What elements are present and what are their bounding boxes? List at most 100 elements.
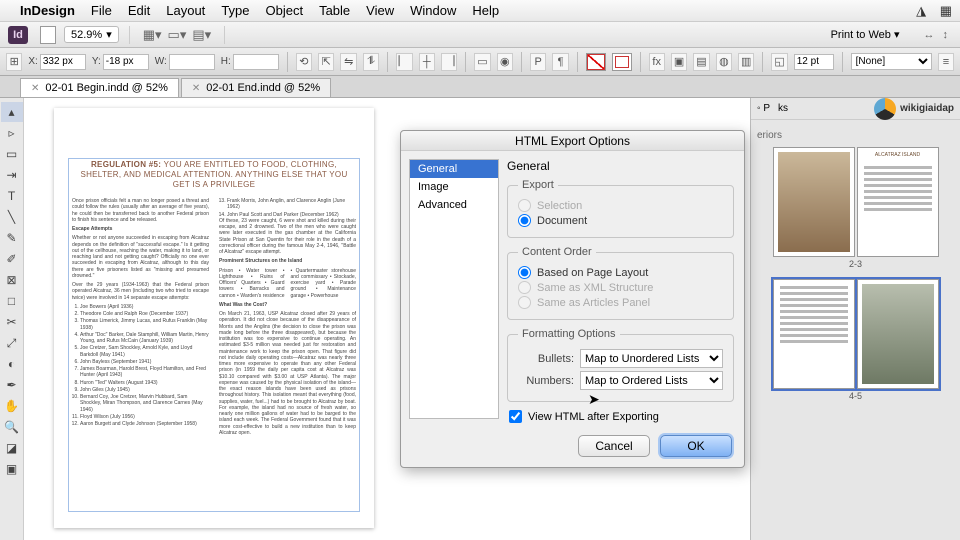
numbers-select[interactable]: Map to Ordered Lists	[580, 371, 723, 390]
menu-file[interactable]: File	[91, 3, 112, 18]
stroke-pt-field[interactable]	[794, 54, 834, 70]
tab-doc-begin[interactable]: ✕ 02-01 Begin.indd @ 52%	[20, 78, 179, 97]
x-field[interactable]	[40, 54, 86, 70]
menu-layout[interactable]: Layout	[166, 3, 205, 18]
tab-label: 02-01 Begin.indd @ 52%	[45, 82, 167, 94]
list-item: James Boarman, Harold Brest, Floyd Hamil…	[80, 366, 209, 379]
menu-window[interactable]: Window	[410, 3, 456, 18]
type-icon[interactable]: P	[530, 53, 546, 71]
bullets-select[interactable]: Map to Unordered Lists	[580, 349, 723, 368]
align-center-icon[interactable]: ┼	[419, 53, 435, 71]
pen-tool[interactable]: ✎	[1, 228, 23, 248]
corner-icon[interactable]: ◱	[771, 53, 787, 71]
reference-point-icon[interactable]: ⊞	[6, 53, 22, 71]
logo-icon	[874, 98, 896, 120]
bullets-label: Bullets:	[518, 353, 574, 365]
wrap-none-icon[interactable]: ▣	[671, 53, 687, 71]
page-thumb-4[interactable]	[773, 279, 855, 389]
content-select-icon[interactable]: ◉	[497, 53, 513, 71]
gradient-tool[interactable]: ◐	[1, 354, 23, 374]
pencil-tool[interactable]: ✐	[1, 249, 23, 269]
eyedropper-tool[interactable]: ✒	[1, 375, 23, 395]
tab-links[interactable]: ks	[778, 103, 788, 114]
shear-icon[interactable]: ⇱	[318, 53, 334, 71]
menu-table[interactable]: Table	[319, 3, 350, 18]
wrap-shape-icon[interactable]: ◍	[716, 53, 732, 71]
bridge-icon[interactable]	[40, 26, 56, 44]
transform-tool[interactable]: ⤢	[1, 333, 23, 353]
screen-mode-toggle[interactable]: ▣	[1, 459, 23, 479]
radio-page-layout[interactable]: Based on Page Layout	[518, 266, 723, 279]
rotate-icon[interactable]: ⟲	[296, 53, 312, 71]
view-options[interactable]: ▦▾▭▾▤▾	[140, 27, 214, 43]
page-tool[interactable]: ▭	[1, 144, 23, 164]
sidebar-item-general[interactable]: General	[410, 160, 498, 178]
object-style-select[interactable]: [None]	[851, 53, 932, 70]
flip-h-icon[interactable]: ⇋	[340, 53, 356, 71]
chevron-down-icon: ▾	[894, 29, 900, 41]
story-icon[interactable]: ¶	[552, 53, 568, 71]
sidebar-item-image[interactable]: Image	[410, 178, 498, 196]
spread-label-45: 4-5	[757, 391, 954, 401]
ok-button[interactable]: OK	[660, 435, 732, 457]
menu-help[interactable]: Help	[472, 3, 499, 18]
tab-pages[interactable]: ◦ P	[757, 103, 770, 114]
menu-edit[interactable]: Edit	[128, 3, 150, 18]
zoom-tool[interactable]: 🔍	[1, 417, 23, 437]
align-right-icon[interactable]: ⎹	[441, 53, 457, 71]
rectangle-tool[interactable]: □	[1, 291, 23, 311]
formatting-legend: Formatting Options	[518, 328, 620, 340]
page-thumb-5[interactable]	[857, 279, 939, 389]
list-item: Floyd Wilson (July 1956)	[80, 414, 209, 420]
effects-icon[interactable]: fx	[649, 53, 665, 71]
w-field[interactable]	[169, 54, 215, 70]
stroke-swatch[interactable]	[612, 53, 632, 71]
content-order-legend: Content Order	[518, 246, 596, 258]
y-field[interactable]	[103, 54, 149, 70]
close-icon[interactable]: ✕	[31, 83, 39, 94]
page-thumb-3[interactable]: ALCATRAZ ISLAND	[857, 147, 939, 257]
wrap-bound-icon[interactable]: ▤	[693, 53, 709, 71]
html-export-dialog: HTML Export Options General Image Advanc…	[400, 130, 745, 468]
panel-menu-icon[interactable]: ≡	[938, 53, 954, 71]
document-tabs: ✕ 02-01 Begin.indd @ 52% ✕ 02-01 End.ind…	[0, 76, 960, 98]
list-item: Bernard Coy, Joe Cretzer, Marvin Hubbard…	[80, 394, 209, 413]
page-spread: REGULATION #5: YOU ARE ENTITLED TO FOOD,…	[54, 108, 374, 528]
list-item: Joe Cretzer, Sam Shockley, Arnold Kyle, …	[80, 345, 209, 358]
page-thumb-2[interactable]	[773, 147, 855, 257]
export-group: Export Selection Document	[507, 179, 734, 238]
menu-type[interactable]: Type	[221, 3, 249, 18]
workspace-switcher[interactable]: Print to Web ▾	[831, 28, 900, 41]
container-select-icon[interactable]: ▭	[474, 53, 490, 71]
zoom-level-dropdown[interactable]: 52.9% ▾	[64, 26, 119, 43]
menu-view[interactable]: View	[366, 3, 394, 18]
grid-icon[interactable]: ▦	[940, 3, 952, 18]
align-left-icon[interactable]: ⎸	[396, 53, 412, 71]
sidebar-item-advanced[interactable]: Advanced	[410, 196, 498, 214]
rectangle-frame-tool[interactable]: ⊠	[1, 270, 23, 290]
line-tool[interactable]: ╲	[1, 207, 23, 227]
type-tool[interactable]: T	[1, 186, 23, 206]
selection-tool[interactable]: ▴	[1, 102, 23, 122]
app-menu[interactable]: InDesign	[20, 3, 75, 18]
fill-stroke-toggle[interactable]: ◪	[1, 438, 23, 458]
menu-object[interactable]: Object	[266, 3, 304, 18]
close-icon[interactable]: ✕	[192, 83, 200, 94]
adobe-icon[interactable]: ◮	[916, 3, 926, 18]
scissors-tool[interactable]: ✂	[1, 312, 23, 332]
direct-selection-tool[interactable]: ▹	[1, 123, 23, 143]
gap-tool[interactable]: ⇥	[1, 165, 23, 185]
y-label: Y:	[92, 56, 101, 67]
wrap-jump-icon[interactable]: ▥	[738, 53, 754, 71]
hand-tool[interactable]: ✋	[1, 396, 23, 416]
list-item: Arthur "Doc" Barker, Dale Stamphill, Wil…	[80, 332, 209, 345]
radio-document[interactable]: Document	[518, 214, 723, 227]
tab-doc-end[interactable]: ✕ 02-01 End.indd @ 52%	[181, 78, 331, 97]
view-after-checkbox[interactable]: View HTML after Exporting	[509, 410, 734, 423]
panel-subtab[interactable]: eriors	[757, 130, 954, 141]
cancel-button[interactable]: Cancel	[578, 435, 650, 457]
h-field[interactable]	[233, 54, 279, 70]
fill-swatch[interactable]	[586, 53, 606, 71]
arrange-docs[interactable]: ↔↕	[920, 29, 953, 41]
flip-v-icon[interactable]: ⥮	[363, 53, 379, 71]
